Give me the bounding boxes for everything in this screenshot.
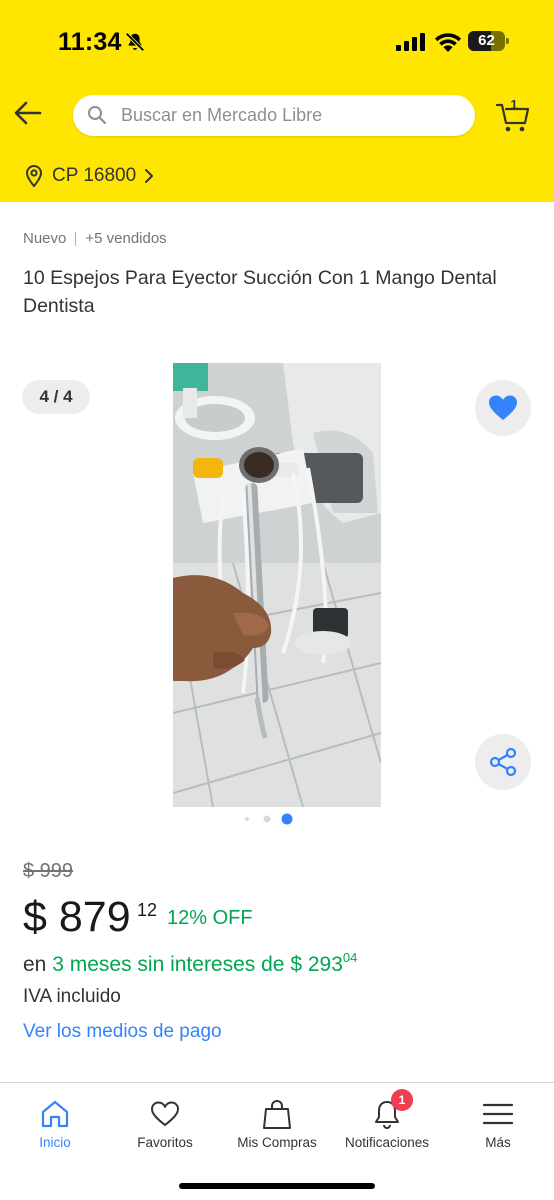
shopping-bag-icon: [263, 1100, 291, 1129]
battery-percent: 62: [478, 32, 495, 49]
image-counter: 4 / 4: [22, 380, 90, 414]
chevron-right-icon: [145, 169, 154, 183]
cart-count: 1: [510, 97, 518, 112]
search-input[interactable]: [121, 95, 461, 136]
tab-label: Mis Compras: [237, 1135, 317, 1150]
app-header: 11:34 62 Buscar en Mercado Libre 1 CP 16…: [0, 0, 554, 202]
tab-favoritos[interactable]: Favoritos: [110, 1083, 220, 1163]
product-photo[interactable]: [173, 363, 381, 807]
payment-methods-link[interactable]: Ver los medios de pago: [23, 1021, 222, 1043]
sold-count: +5 vendidos: [85, 230, 167, 247]
installments-cents: 04: [342, 950, 358, 965]
postal-code-selector[interactable]: CP 16800: [24, 162, 154, 190]
price-cents: 12: [137, 900, 158, 920]
share-icon: [489, 747, 517, 777]
tax-note: IVA incluido: [23, 986, 121, 1007]
product-title: 10 Espejos Para Eyector Succión Con 1 Ma…: [23, 267, 497, 317]
discount-label: 12% OFF: [167, 907, 253, 929]
pagination-dot-active: [281, 813, 293, 825]
home-indicator: [179, 1183, 375, 1189]
battery-indicator: 62: [468, 31, 510, 51]
tab-mas[interactable]: Más: [443, 1083, 553, 1163]
tab-label: Más: [485, 1135, 511, 1150]
heart-filled-icon: [489, 395, 517, 420]
gallery-pagination: [245, 813, 293, 825]
share-button[interactable]: [475, 734, 531, 790]
original-price: $ 999: [23, 860, 74, 882]
pagination-dot: [263, 815, 271, 823]
installments-info: en 3 meses sin intereses de $ 29304: [23, 950, 358, 977]
installments-text: 3 meses sin intereses de $ 293: [52, 953, 343, 976]
location-pin-icon: [25, 164, 43, 188]
installments-prefix: en: [23, 953, 53, 976]
search-icon: [88, 106, 107, 125]
cellular-signal-icon: [396, 33, 425, 51]
status-time: 11:34: [58, 28, 122, 56]
wifi-icon: [435, 33, 461, 52]
current-price: $ 879: [23, 893, 131, 941]
search-bar[interactable]: [73, 95, 475, 136]
product-meta: Nuevo +5 vendidos: [23, 230, 167, 247]
favorite-button[interactable]: [475, 380, 531, 436]
menu-icon: [482, 1103, 514, 1125]
condition-label: Nuevo: [23, 230, 67, 247]
divider: [75, 231, 77, 246]
notification-badge: 1: [391, 1089, 413, 1111]
tab-mis-compras[interactable]: Mis Compras: [222, 1083, 332, 1163]
tab-label: Notificaciones: [344, 1135, 430, 1150]
bell-off-icon: [125, 32, 145, 52]
postal-code-label: CP 16800: [52, 165, 137, 186]
pagination-dot: [245, 817, 249, 821]
tab-label: Favoritos: [137, 1135, 193, 1150]
home-icon: [41, 1100, 69, 1128]
back-arrow-icon[interactable]: [12, 98, 44, 128]
cart-button[interactable]: 1: [494, 96, 532, 134]
tab-inicio[interactable]: Inicio: [0, 1083, 110, 1163]
heart-icon: [150, 1101, 180, 1127]
tab-notificaciones[interactable]: Notificaciones: [332, 1083, 442, 1163]
tab-label: Inicio: [39, 1135, 71, 1150]
